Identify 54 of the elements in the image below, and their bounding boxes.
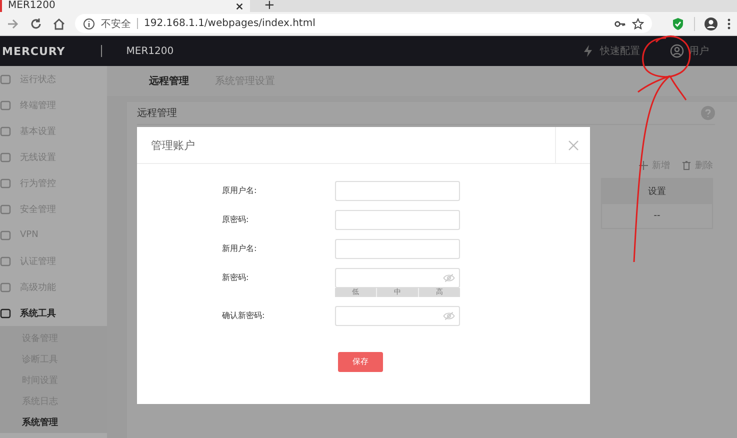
column-header: 设置: [648, 186, 666, 198]
menu-item-icon: [0, 100, 11, 110]
trash-icon: [682, 161, 691, 170]
menu-item-icon: [0, 178, 11, 188]
logo: MERCURY: [2, 44, 66, 58]
field-label: 新密码:: [221, 272, 250, 284]
menu-item-icon: [0, 230, 11, 240]
field-label: 确认新密码:: [221, 310, 266, 322]
menu-item-icon: [0, 282, 11, 292]
tab[interactable]: 远程管理: [149, 74, 189, 88]
product-name: MER1200: [126, 46, 174, 56]
menu-item-icon: [0, 126, 11, 136]
menu-item-icon: [0, 152, 11, 162]
lightning-icon: [581, 44, 595, 58]
table-cell: --: [654, 211, 660, 221]
reload-icon[interactable]: [29, 16, 43, 30]
password-field[interactable]: [335, 268, 460, 288]
eye-off-icon[interactable]: [443, 311, 455, 321]
input-field[interactable]: [335, 181, 460, 201]
quick-setup-button[interactable]: 快速配置: [581, 44, 640, 58]
circle-annotation: [642, 36, 691, 78]
field-label: 新用户名:: [221, 243, 258, 255]
help-icon[interactable]: [701, 106, 715, 120]
info-icon[interactable]: [83, 18, 95, 30]
close-icon: [568, 140, 578, 150]
close-icon[interactable]: [235, 2, 244, 10]
password-field[interactable]: [335, 306, 460, 326]
save-button[interactable]: 保存: [338, 352, 383, 372]
menu-item-icon: [0, 308, 11, 318]
menu-item-icon: [0, 74, 11, 84]
new-tab-button[interactable]: +: [264, 0, 275, 12]
profile-icon[interactable]: [704, 16, 718, 30]
menu-icon[interactable]: [727, 16, 731, 30]
dialog-title: 管理账户: [150, 138, 196, 154]
input-field[interactable]: [335, 239, 460, 259]
browser-tab[interactable]: MER1200: [0, 0, 250, 12]
input-field[interactable]: [335, 210, 460, 230]
star-icon[interactable]: [632, 18, 644, 30]
sidebar-item[interactable]: 系统工具: [0, 300, 107, 326]
home-icon[interactable]: [52, 16, 66, 30]
shield-icon[interactable]: [671, 16, 685, 30]
security-label: 不安全: [101, 18, 131, 30]
menu-item-icon: [0, 256, 11, 266]
field-label: 原用户名:: [221, 185, 258, 197]
address-field[interactable]: 不安全 192.168.1.1/webpages/index.html: [75, 14, 652, 33]
plus-icon: [639, 161, 648, 170]
url-text: 192.168.1.1/webpages/index.html: [144, 18, 316, 29]
user-icon: [670, 44, 684, 58]
field-label: 原密码:: [221, 214, 250, 226]
section-title: 远程管理: [137, 107, 177, 120]
submenu-item[interactable]: 系统管理: [0, 412, 107, 433]
forward-icon[interactable]: [6, 16, 20, 30]
menu-item-icon: [0, 204, 11, 214]
eye-off-icon[interactable]: [443, 273, 455, 283]
